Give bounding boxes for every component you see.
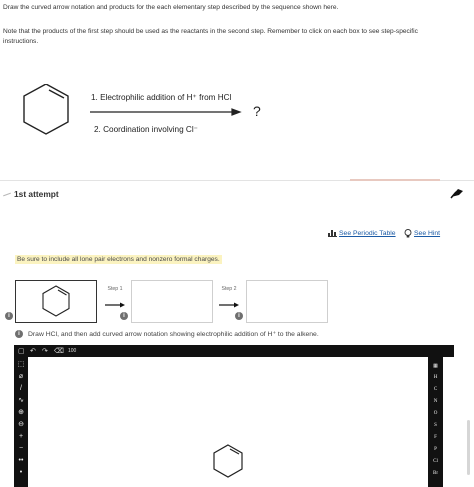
periodic-table-button[interactable]: ▦ — [429, 363, 442, 369]
element-cl[interactable]: Cl — [429, 459, 442, 464]
element-c[interactable]: C — [429, 387, 442, 392]
editor-left-toolbar: ⬚ ⌀ / ∿ ⊕ ⊖ + − •• • — [14, 357, 28, 487]
bar-chart-icon — [328, 230, 337, 237]
reaction-step-1: 1. Electrophilic addition of H⁺ from HCl — [91, 93, 232, 102]
undo-icon[interactable]: ↶ — [30, 347, 36, 355]
step-2-product-box[interactable] — [246, 280, 328, 323]
lightbulb-icon — [404, 229, 412, 238]
select-icon[interactable]: ⬚ — [16, 361, 26, 369]
step-instruction-text: Draw HCl, and then add curved arrow nota… — [28, 331, 319, 338]
editor-top-toolbar: ▢ ↶ ↷ ⌫ 100 — [14, 345, 454, 357]
info-icon[interactable]: i — [235, 312, 243, 320]
divider-accent — [350, 179, 440, 181]
instruction-line-1: Draw the curved arrow notation and produ… — [3, 4, 339, 11]
instruction-line-2: Note that the products of the first step… — [3, 28, 418, 45]
attempt-header: 1st attempt — [3, 188, 59, 200]
element-o[interactable]: O — [429, 411, 442, 416]
plus-icon[interactable]: + — [16, 433, 26, 441]
page-scrollbar[interactable] — [467, 420, 470, 475]
file-icon[interactable]: ▢ — [18, 347, 25, 355]
redo-icon[interactable]: ↷ — [42, 347, 48, 355]
step-2-arrow: Step 2 — [215, 286, 243, 313]
see-periodic-table-link[interactable]: See Periodic Table — [328, 229, 396, 237]
lone-pair-note: Be sure to include all lone pair electro… — [15, 255, 222, 264]
reactant-box[interactable] — [15, 280, 97, 323]
zoom-level[interactable]: 100 — [68, 348, 76, 354]
charge-plus-icon[interactable]: ⊕ — [16, 409, 26, 417]
element-n[interactable]: N — [429, 399, 442, 404]
radical-icon[interactable]: • — [16, 469, 26, 477]
element-s[interactable]: S — [429, 423, 442, 428]
hint-label: See Hint — [414, 230, 441, 237]
cyclohexene-thumbnail — [42, 285, 70, 317]
reaction-arrow — [90, 108, 242, 116]
info-icon: i — [15, 330, 23, 338]
charge-minus-icon[interactable]: ⊖ — [16, 421, 26, 429]
flag-icon[interactable] — [450, 187, 464, 199]
element-br[interactable]: Br — [429, 471, 442, 476]
periodic-table-label: See Periodic Table — [339, 229, 396, 237]
bond-icon[interactable]: / — [16, 385, 26, 393]
info-icon[interactable]: i — [120, 312, 128, 320]
element-palette: ▦ H C N O S F P Cl Br — [428, 357, 443, 487]
element-f[interactable]: F — [429, 435, 442, 440]
element-h[interactable]: H — [429, 375, 442, 380]
lone-pair-icon[interactable]: •• — [16, 457, 26, 465]
attempt-label: 1st attempt — [14, 189, 59, 199]
step-instruction: i Draw HCl, and then add curved arrow no… — [15, 330, 319, 338]
step-1-label: Step 1 — [107, 286, 123, 292]
see-hint-link[interactable]: See Hint — [404, 229, 440, 238]
step-1-arrow: Step 1 — [101, 286, 129, 313]
element-p[interactable]: P — [429, 447, 442, 452]
step-2-label: Step 2 — [221, 286, 237, 292]
reaction-step-2: 2. Coordination involving Cl⁻ — [94, 125, 198, 134]
clear-icon[interactable]: ⌫ — [54, 347, 64, 355]
chain-icon[interactable]: ∿ — [16, 397, 26, 405]
attempt-tick — [3, 192, 11, 196]
cyclohexene-in-canvas[interactable] — [211, 443, 245, 479]
step-1-product-box[interactable] — [131, 280, 213, 323]
unknown-product: ? — [253, 103, 261, 119]
info-icon[interactable]: i — [5, 312, 13, 320]
minus-icon[interactable]: − — [16, 445, 26, 453]
eraser-icon[interactable]: ⌀ — [16, 373, 26, 381]
